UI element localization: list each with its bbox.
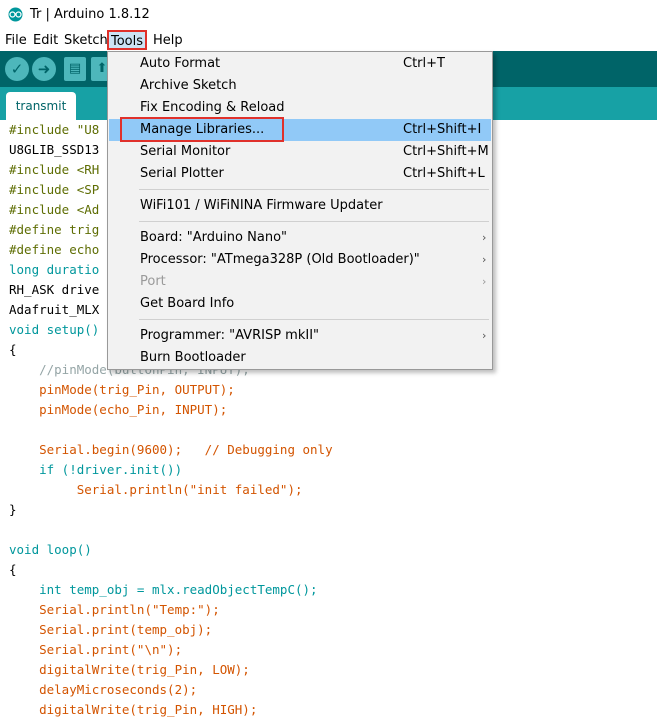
- menu-item-label: Board: "Arduino Nano": [140, 230, 287, 245]
- code-line: digitalWrite(trig_Pin, HIGH);: [9, 702, 258, 717]
- code-line: RH_ASK drive: [9, 282, 100, 297]
- code-line: digitalWrite(trig_Pin, LOW);: [9, 662, 250, 677]
- chevron-right-icon: ›: [482, 231, 487, 244]
- menu-item-label: Programmer: "AVRISP mkII": [140, 328, 320, 343]
- code-line: long duratio: [9, 262, 100, 277]
- arduino-logo-icon: [8, 7, 23, 22]
- menu-item-burn-bootloader[interactable]: Burn Bootloader: [109, 347, 491, 369]
- menu-separator: [139, 319, 489, 320]
- code-line: Serial.print(temp_obj);: [9, 622, 213, 637]
- code-line: void loop(): [9, 542, 92, 557]
- code-line: U8GLIB_SSD13: [9, 142, 100, 157]
- menu-item-shortcut: Ctrl+Shift+I: [403, 122, 482, 137]
- menu-item-label: Archive Sketch: [140, 78, 237, 93]
- menu-item-shortcut: Ctrl+Shift+L: [403, 166, 485, 181]
- menu-item-programmer[interactable]: Programmer: "AVRISP mkII" ›: [109, 325, 491, 347]
- new-sketch-icon[interactable]: ▤: [64, 57, 86, 81]
- code-line: }: [9, 502, 17, 517]
- tab-transmit[interactable]: transmit: [6, 92, 76, 120]
- code-line: {: [9, 342, 17, 357]
- menu-item-label: WiFi101 / WiFiNINA Firmware Updater: [140, 198, 383, 213]
- menu-item-label: Auto Format: [140, 56, 221, 71]
- menu-item-shortcut: Ctrl+T: [403, 56, 445, 71]
- code-line: #define trig: [9, 222, 100, 237]
- code-line: {: [9, 562, 17, 577]
- menu-item-port: Port ›: [109, 271, 491, 293]
- menu-item-get-board-info[interactable]: Get Board Info: [109, 293, 491, 315]
- menu-item-fix-encoding[interactable]: Fix Encoding & Reload: [109, 97, 491, 119]
- menu-tools[interactable]: Tools: [107, 30, 148, 50]
- menu-separator: [139, 221, 489, 222]
- annotation-highlight-box: [120, 117, 284, 142]
- code-line: #include <Ad: [9, 202, 100, 217]
- title-bar: Tr | Arduino 1.8.12: [0, 0, 657, 30]
- tab-label: transmit: [15, 99, 67, 113]
- menu-item-firmware-updater[interactable]: WiFi101 / WiFiNINA Firmware Updater: [109, 195, 491, 217]
- menu-item-auto-format[interactable]: Auto Format Ctrl+T: [109, 53, 491, 75]
- code-line: int temp_obj = mlx.readObjectTempC();: [9, 582, 318, 597]
- chevron-right-icon: ›: [482, 275, 487, 288]
- code-line: void setup(): [9, 322, 100, 337]
- menu-item-label: Fix Encoding & Reload: [140, 100, 285, 115]
- menu-item-board[interactable]: Board: "Arduino Nano" ›: [109, 227, 491, 249]
- code-line: #include <SP: [9, 182, 100, 197]
- code-line: if (!driver.init()): [9, 462, 183, 477]
- upload-icon[interactable]: ➜: [32, 57, 56, 81]
- menu-item-label: Get Board Info: [140, 296, 235, 311]
- code-line: delayMicroseconds(2);: [9, 682, 198, 697]
- menu-edit[interactable]: Edit: [31, 32, 60, 50]
- menu-item-archive-sketch[interactable]: Archive Sketch: [109, 75, 491, 97]
- menu-bar: File Edit Sketch Tools Help: [0, 30, 657, 51]
- code-line: Serial.print("\n");: [9, 642, 183, 657]
- menu-item-serial-plotter[interactable]: Serial Plotter Ctrl+Shift+L: [109, 163, 491, 185]
- chevron-right-icon: ›: [482, 329, 487, 342]
- code-line: pinMode(echo_Pin, INPUT);: [9, 402, 228, 417]
- menu-separator: [139, 189, 489, 190]
- menu-item-label: Burn Bootloader: [140, 350, 246, 365]
- menu-file[interactable]: File: [3, 32, 29, 50]
- chevron-right-icon: ›: [482, 253, 487, 266]
- code-line: pinMode(trig_Pin, OUTPUT);: [9, 382, 235, 397]
- code-line: Serial.println("init failed");: [9, 482, 303, 497]
- code-line: #include "U8: [9, 122, 100, 137]
- menu-item-serial-monitor[interactable]: Serial Monitor Ctrl+Shift+M: [109, 141, 491, 163]
- menu-item-shortcut: Ctrl+Shift+M: [403, 144, 489, 159]
- menu-item-label: Serial Monitor: [140, 144, 231, 159]
- menu-item-processor[interactable]: Processor: "ATmega328P (Old Bootloader)"…: [109, 249, 491, 271]
- verify-icon[interactable]: ✓: [5, 57, 29, 81]
- tools-dropdown-menu: Auto Format Ctrl+T Archive Sketch Fix En…: [107, 51, 493, 370]
- menu-item-label: Port: [140, 274, 166, 289]
- code-line: Serial.println("Temp:");: [9, 602, 220, 617]
- menu-sketch[interactable]: Sketch: [62, 32, 110, 50]
- menu-item-label: Processor: "ATmega328P (Old Bootloader)": [140, 252, 420, 267]
- code-line: #define echo: [9, 242, 100, 257]
- code-line: Adafruit_MLX: [9, 302, 100, 317]
- menu-item-label: Serial Plotter: [140, 166, 224, 181]
- menu-help[interactable]: Help: [151, 32, 185, 50]
- code-line: #include <RH: [9, 162, 100, 177]
- code-line: Serial.begin(9600); // Debugging only: [9, 442, 333, 457]
- window-title: Tr | Arduino 1.8.12: [30, 7, 150, 22]
